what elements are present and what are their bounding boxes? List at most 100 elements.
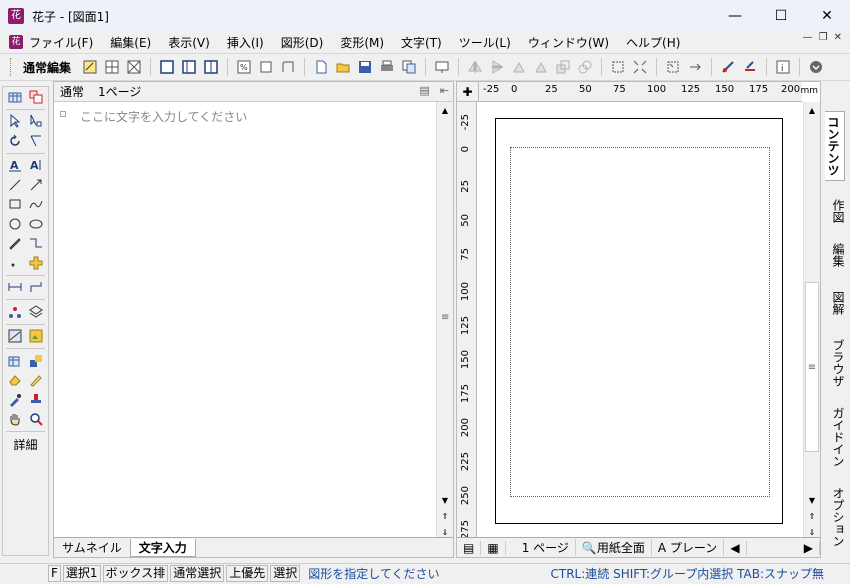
print-icon[interactable] bbox=[378, 58, 396, 76]
rotate-left-icon[interactable] bbox=[510, 58, 528, 76]
draw-scroll-down-icon[interactable]: ▼ bbox=[804, 492, 820, 508]
close-button[interactable]: ✕ bbox=[804, 0, 850, 32]
circle-icon[interactable] bbox=[7, 216, 23, 232]
thumbnail-view-icon[interactable]: ▦ bbox=[481, 540, 506, 555]
mdi-minimize-icon[interactable]: — bbox=[803, 32, 813, 43]
node-edit-icon[interactable] bbox=[7, 304, 23, 320]
pattern-icon[interactable] bbox=[125, 58, 143, 76]
menu-tools[interactable]: ツール(L) bbox=[459, 34, 511, 51]
side-tab-guide[interactable]: ガイドイン bbox=[827, 407, 847, 467]
text-tool-icon[interactable]: A bbox=[7, 157, 23, 173]
single-page-icon[interactable] bbox=[158, 58, 176, 76]
line-icon[interactable] bbox=[7, 177, 23, 193]
eyedropper-icon[interactable] bbox=[7, 392, 23, 408]
page-number[interactable]: 1 ページ bbox=[506, 539, 576, 556]
grid-view-icon[interactable] bbox=[7, 89, 23, 105]
rotate-icon[interactable] bbox=[7, 133, 23, 149]
mdi-close-icon[interactable]: ✕ bbox=[834, 32, 842, 43]
double-view-icon[interactable] bbox=[202, 58, 220, 76]
side-tab-drawing[interactable]: 作図 bbox=[827, 199, 847, 223]
save-icon[interactable] bbox=[356, 58, 374, 76]
shrink-icon[interactable] bbox=[664, 58, 682, 76]
text-input-area[interactable]: ここに文字を入力してください bbox=[80, 108, 247, 125]
page-view-icon[interactable]: ▤ bbox=[457, 540, 482, 555]
ruler-origin-icon[interactable]: ✚ bbox=[457, 82, 479, 102]
frame-icon[interactable] bbox=[257, 58, 275, 76]
scroll-up-icon[interactable]: ▲ bbox=[437, 102, 453, 118]
edit-mode-label[interactable]: 通常編集 bbox=[23, 59, 71, 76]
rotate-right-icon[interactable] bbox=[532, 58, 550, 76]
maximize-button[interactable]: ☐ bbox=[758, 0, 804, 32]
grid-icon[interactable] bbox=[103, 58, 121, 76]
prev-page-icon[interactable]: ⇑ bbox=[437, 508, 453, 524]
vertical-ruler[interactable]: -25 0 25 50 75 100 125 150 175 200 225 2… bbox=[457, 102, 477, 540]
scroll-grip-icon[interactable]: ≡ bbox=[441, 312, 449, 323]
rectangle-icon[interactable] bbox=[7, 196, 23, 212]
curve-icon[interactable] bbox=[28, 235, 44, 251]
horizontal-ruler[interactable]: -25 0 25 50 75 100 125 150 175 200 bbox=[479, 82, 802, 102]
pencil-icon[interactable] bbox=[7, 235, 23, 251]
layout-icon[interactable] bbox=[28, 89, 44, 105]
hand-icon[interactable] bbox=[7, 411, 23, 427]
minimize-button[interactable]: — bbox=[712, 0, 758, 32]
tab-text-input[interactable]: 文字入力 bbox=[129, 538, 196, 557]
parts-icon[interactable] bbox=[28, 353, 44, 369]
status-cell-select[interactable]: 選択1 bbox=[62, 564, 101, 582]
text-vertical-scrollbar[interactable]: ▲ ≡ ▼ ⇑ ⇓ bbox=[436, 102, 453, 540]
tab-thumbnail[interactable]: サムネイル bbox=[54, 539, 130, 556]
side-tab-option[interactable]: オプション bbox=[827, 487, 847, 547]
layer-icon[interactable] bbox=[28, 304, 44, 320]
pane-menu-icon[interactable]: ▤ bbox=[419, 84, 429, 97]
menu-transform[interactable]: 変形(M) bbox=[340, 34, 384, 51]
collapse-pane-icon[interactable]: ⇤ bbox=[440, 84, 449, 97]
eraser-icon[interactable] bbox=[7, 372, 23, 388]
freehand-icon[interactable] bbox=[28, 196, 44, 212]
status-cell-box[interactable]: ボックス排 bbox=[102, 564, 169, 582]
menu-view[interactable]: 表示(V) bbox=[168, 34, 210, 51]
vertical-text-icon[interactable]: A bbox=[28, 157, 44, 173]
picture-icon[interactable] bbox=[28, 328, 44, 344]
select-arrow-icon[interactable] bbox=[7, 113, 23, 129]
menu-insert[interactable]: 挿入(I) bbox=[227, 34, 264, 51]
connector-icon[interactable] bbox=[28, 279, 44, 295]
ungroup-icon[interactable] bbox=[576, 58, 594, 76]
zoom-icon[interactable] bbox=[28, 411, 44, 427]
draw-vertical-scrollbar[interactable]: ▲ ≡ ▼ ⇑ ⇓ bbox=[803, 102, 820, 540]
menu-window[interactable]: ウィンドウ(W) bbox=[528, 34, 609, 51]
node-select-icon[interactable] bbox=[28, 113, 44, 129]
info-icon[interactable]: i bbox=[774, 58, 792, 76]
zoom-select[interactable]: 🔍用紙全面 bbox=[576, 539, 652, 556]
stamp-icon[interactable] bbox=[28, 392, 44, 408]
menu-help[interactable]: ヘルプ(H) bbox=[626, 34, 680, 51]
pen-tool-icon[interactable] bbox=[719, 58, 737, 76]
menu-shape[interactable]: 図形(D) bbox=[281, 34, 324, 51]
expand-icon[interactable] bbox=[631, 58, 649, 76]
hscroll-left-icon[interactable]: ◀ bbox=[724, 540, 747, 555]
dimension-icon[interactable] bbox=[7, 279, 23, 295]
status-cell-normal[interactable]: 通常選択 bbox=[170, 564, 225, 582]
draw-scroll-up-icon[interactable]: ▲ bbox=[804, 102, 820, 118]
status-cell-f[interactable]: F bbox=[48, 564, 61, 582]
scroll-down-icon[interactable]: ▼ bbox=[437, 492, 453, 508]
arrow-move-icon[interactable] bbox=[686, 58, 704, 76]
corner-frame-icon[interactable] bbox=[279, 58, 297, 76]
brush-icon[interactable] bbox=[28, 372, 44, 388]
side-tab-browser[interactable]: ブラウザ bbox=[827, 339, 847, 387]
skew-icon[interactable] bbox=[28, 133, 44, 149]
plus-shape-icon[interactable] bbox=[28, 255, 44, 271]
table-icon[interactable] bbox=[7, 353, 23, 369]
split-view-icon[interactable] bbox=[180, 58, 198, 76]
detail-button[interactable]: 詳細 bbox=[3, 436, 48, 453]
point-icon[interactable] bbox=[7, 255, 23, 271]
side-tab-contents[interactable]: コンテンツ bbox=[825, 111, 845, 181]
hscroll-right-icon[interactable]: ▶ bbox=[798, 540, 820, 555]
layer-select[interactable]: A プレーン bbox=[652, 539, 725, 556]
arrow-line-icon[interactable] bbox=[28, 177, 44, 193]
line-tool-icon[interactable] bbox=[741, 58, 759, 76]
status-cell-mode[interactable]: 選択 bbox=[270, 564, 301, 582]
select-frame-icon[interactable] bbox=[609, 58, 627, 76]
menu-text[interactable]: 文字(T) bbox=[401, 34, 442, 51]
flip-v-icon[interactable] bbox=[488, 58, 506, 76]
new-file-icon[interactable] bbox=[312, 58, 330, 76]
present-icon[interactable] bbox=[433, 58, 451, 76]
